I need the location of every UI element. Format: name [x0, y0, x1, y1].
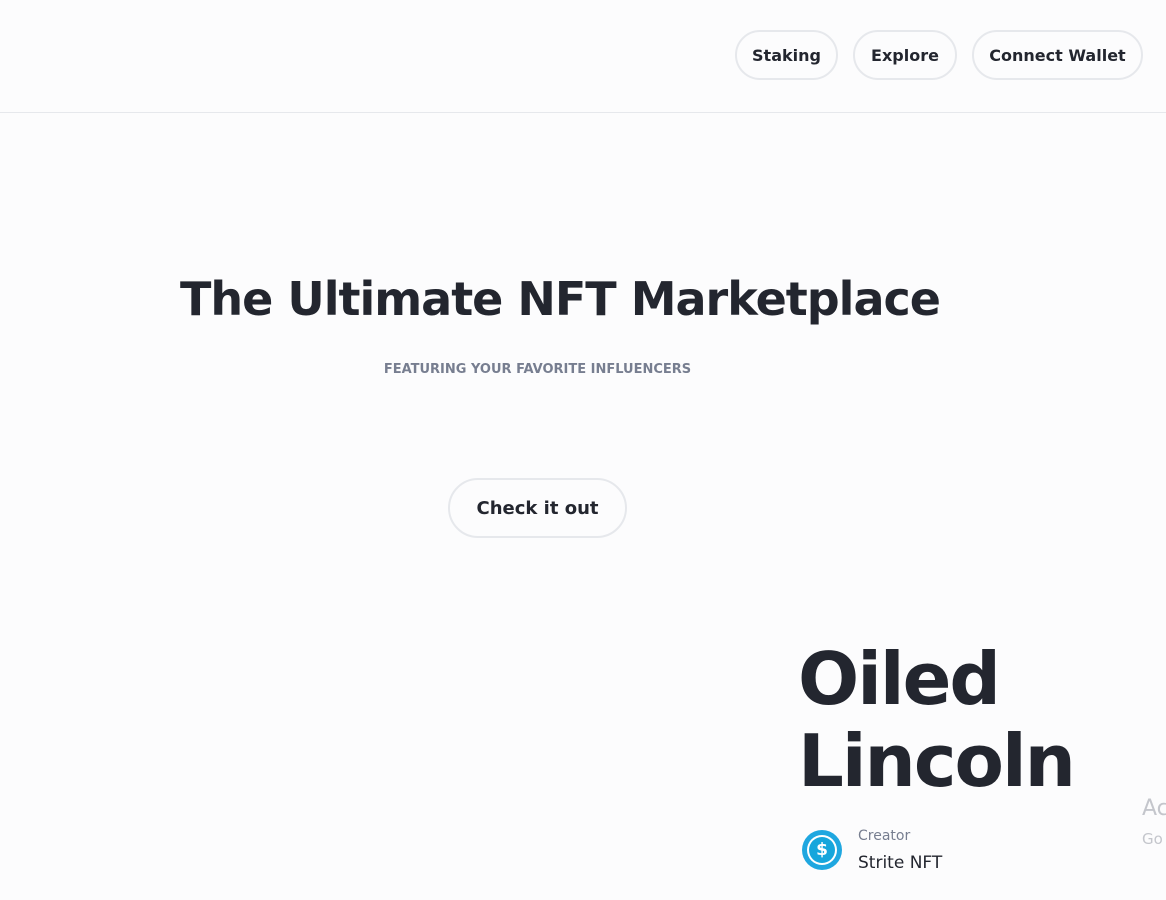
creator-label: Creator [858, 828, 911, 844]
activation-watermark-subtitle: Go [1142, 830, 1163, 848]
dollar-coin-icon: $ [809, 837, 835, 863]
check-it-out-button[interactable]: Check it out [448, 478, 627, 538]
avatar-ring: $ [807, 835, 837, 865]
site-header: Staking Explore Connect Wallet [0, 0, 1166, 113]
hero-subtitle: FEATURING YOUR FAVORITE INFLUENCERS [383, 362, 692, 377]
creator-avatar[interactable]: $ [802, 830, 842, 870]
hero-title: The Ultimate NFT Marketplace [180, 272, 941, 326]
explore-button[interactable]: Explore [853, 30, 957, 80]
creator-name[interactable]: Strite NFT [858, 853, 942, 873]
staking-button[interactable]: Staking [735, 30, 838, 80]
nft-title[interactable]: Oiled Lincoln [798, 638, 1158, 802]
activation-watermark-title: Ac [1142, 796, 1166, 821]
connect-wallet-button[interactable]: Connect Wallet [972, 30, 1143, 80]
